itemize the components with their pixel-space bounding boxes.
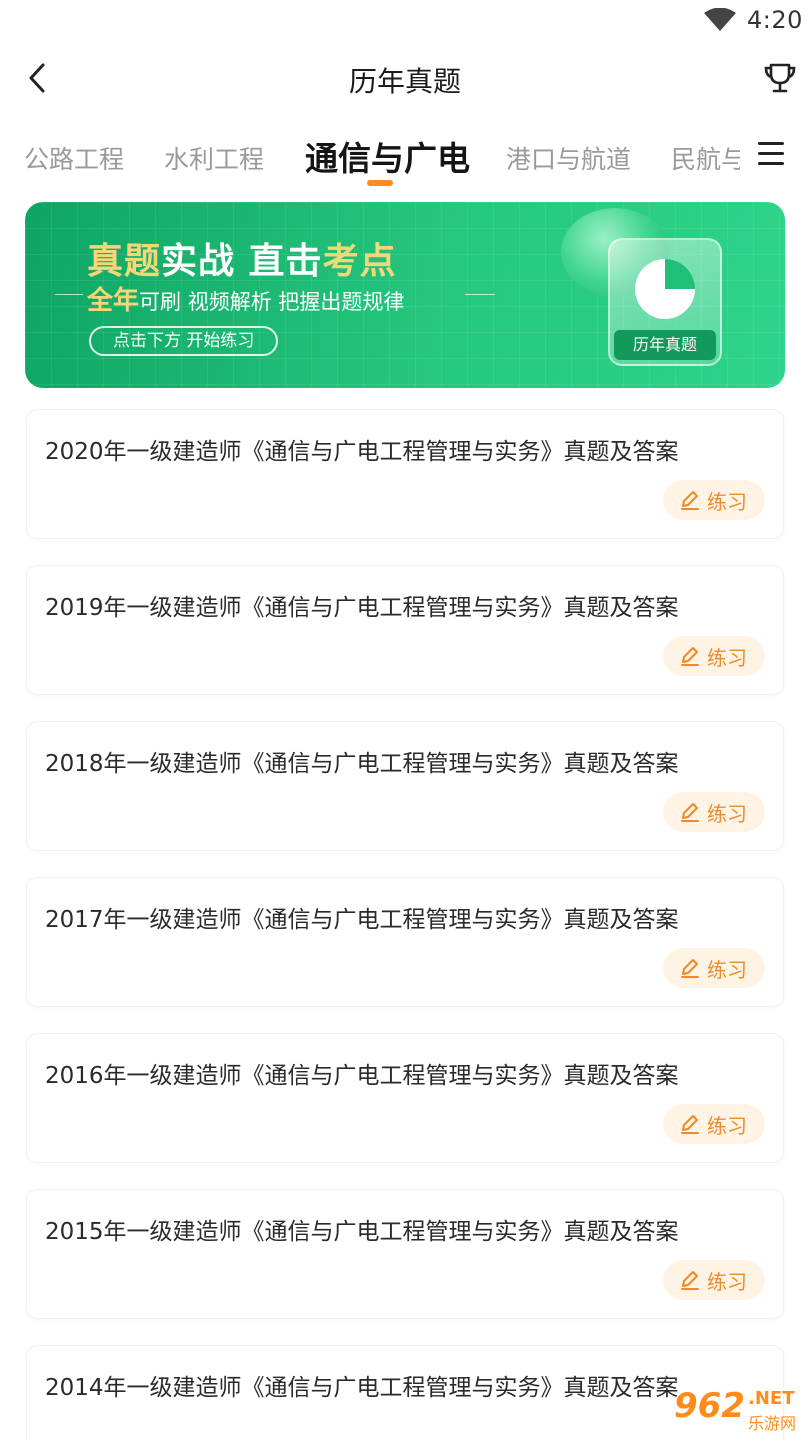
list-item[interactable]: 2019年一级建造师《通信与广电工程管理与实务》真题及答案 练习: [27, 566, 783, 694]
list-item-title: 2016年一级建造师《通信与广电工程管理与实务》真题及答案: [45, 1063, 679, 1089]
pen-icon: [681, 647, 699, 666]
status-time: 4:20: [747, 6, 803, 34]
pen-icon: [681, 959, 699, 978]
header: 历年真题: [0, 44, 810, 114]
practice-label: 练习: [707, 1270, 747, 1294]
banner-cta[interactable]: 点击下方 开始练习: [89, 326, 279, 356]
active-tab-indicator: [367, 180, 393, 186]
tab-highway[interactable]: 公路工程: [24, 140, 124, 176]
category-tabs: 公路工程 水利工程 通信与广电 港口与航道 民航与: [0, 126, 810, 190]
menu-icon: [758, 142, 784, 145]
list-item[interactable]: 2020年一级建造师《通信与广电工程管理与实务》真题及答案 练习: [27, 410, 783, 538]
pen-icon: [681, 491, 699, 510]
page-title: 历年真题: [348, 65, 461, 98]
banner-card: 历年真题: [608, 238, 722, 366]
list-item-title: 2020年一级建造师《通信与广电工程管理与实务》真题及答案: [45, 439, 679, 465]
practice-button[interactable]: 练习: [663, 636, 765, 676]
tab-water-conservancy[interactable]: 水利工程: [164, 140, 264, 176]
pen-icon: [681, 803, 699, 822]
tab-port-waterway[interactable]: 港口与航道: [506, 140, 631, 176]
practice-label: 练习: [707, 958, 747, 982]
list-item-title: 2014年一级建造师《通信与广电工程管理与实务》真题及答案: [45, 1375, 679, 1401]
list-item-title: 2019年一级建造师《通信与广电工程管理与实务》真题及答案: [45, 595, 679, 621]
list-item-title: 2017年一级建造师《通信与广电工程管理与实务》真题及答案: [45, 907, 679, 933]
practice-label: 练习: [707, 490, 747, 514]
wifi-icon: [704, 8, 736, 31]
pie-chart-icon: [635, 259, 695, 319]
watermark-number: 962: [674, 1386, 745, 1426]
practice-button[interactable]: 练习: [663, 480, 765, 520]
divider: [465, 294, 495, 295]
tab-civil-aviation[interactable]: 民航与: [671, 140, 740, 176]
list-item-title: 2018年一级建造师《通信与广电工程管理与实务》真题及答案: [45, 751, 679, 777]
trophy-icon: [764, 63, 796, 93]
list-item[interactable]: 2017年一级建造师《通信与广电工程管理与实务》真题及答案 练习: [27, 878, 783, 1006]
practice-label: 练习: [707, 646, 747, 670]
practice-button[interactable]: 练习: [663, 1260, 765, 1300]
watermark-net: .NET: [748, 1388, 795, 1409]
practice-button[interactable]: 练习: [663, 792, 765, 832]
tab-telecom-broadcast[interactable]: 通信与广电: [305, 132, 470, 180]
divider: [55, 294, 83, 295]
list-item[interactable]: 2018年一级建造师《通信与广电工程管理与实务》真题及答案 练习: [27, 722, 783, 850]
status-bar: 4:20: [0, 0, 810, 44]
list-item-title: 2015年一级建造师《通信与广电工程管理与实务》真题及答案: [45, 1219, 679, 1245]
practice-button[interactable]: 练习: [663, 948, 765, 988]
pen-icon: [681, 1115, 699, 1134]
practice-label: 练习: [707, 1114, 747, 1138]
practice-label: 练习: [707, 802, 747, 826]
list-item[interactable]: 2016年一级建造师《通信与广电工程管理与实务》真题及答案 练习: [27, 1034, 783, 1162]
watermark-site-name: 乐游网: [748, 1414, 797, 1433]
list-item[interactable]: 2015年一级建造师《通信与广电工程管理与实务》真题及答案 练习: [27, 1190, 783, 1318]
pen-icon: [681, 1271, 699, 1290]
practice-button[interactable]: 练习: [663, 1104, 765, 1144]
site-watermark: 962 .NET 乐游网: [674, 1386, 806, 1434]
trophy-button[interactable]: [760, 58, 800, 98]
banner-headline: 真题实战 直击考点: [87, 241, 397, 282]
banner-card-label: 历年真题: [614, 330, 716, 360]
banner-subtitle: 全年可刷 视频解析 把握出题规律: [87, 286, 405, 316]
list-item[interactable]: 2014年一级建造师《通信与广电工程管理与实务》真题及答案: [27, 1346, 783, 1440]
promo-banner[interactable]: 真题实战 直击考点 全年可刷 视频解析 把握出题规律 点击下方 开始练习 历年真…: [25, 202, 785, 388]
menu-button[interactable]: [758, 142, 788, 168]
